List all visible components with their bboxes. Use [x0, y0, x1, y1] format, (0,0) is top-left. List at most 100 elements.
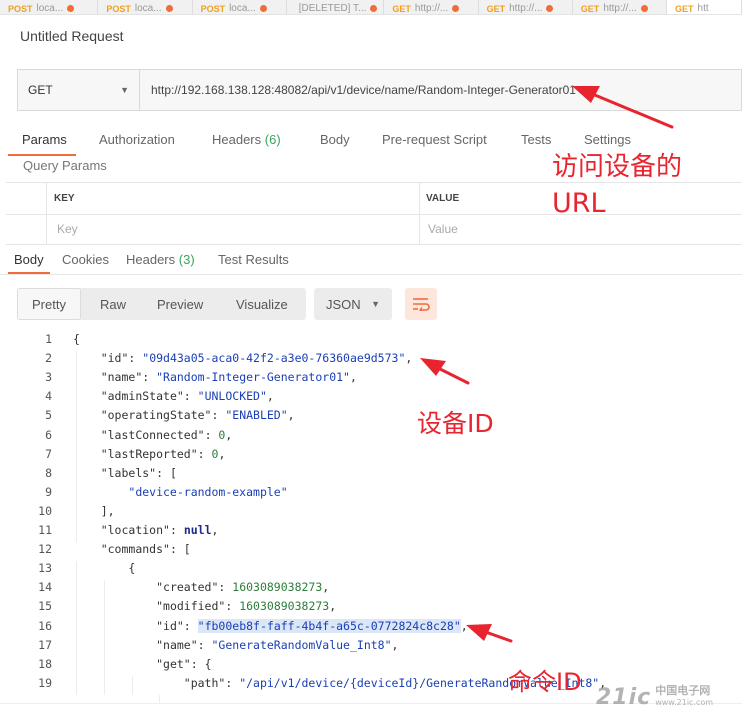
watermark-line: www.21ic.com: [655, 698, 714, 707]
line-number: 2: [45, 351, 52, 366]
tab-tests[interactable]: Tests: [521, 132, 551, 147]
chevron-down-icon: ▼: [120, 85, 129, 95]
wrap-lines-button[interactable]: [405, 288, 437, 320]
line-number: 6: [45, 427, 52, 442]
unsaved-dot-icon: [452, 5, 460, 12]
view-pretty-button[interactable]: Pretty: [17, 288, 81, 320]
line-number: 18: [38, 656, 52, 671]
tab-response-headers[interactable]: Headers (3): [126, 252, 195, 267]
tab-label: http://...: [509, 3, 543, 14]
line-number: 15: [38, 599, 52, 614]
request-tab[interactable]: POST loca...: [193, 0, 287, 14]
line-number: 7: [45, 446, 52, 461]
request-title[interactable]: Untitled Request: [20, 28, 124, 44]
watermark-logo: 21ic: [596, 684, 652, 710]
code-line: "lastConnected": 0,: [100, 427, 233, 442]
unsaved-dot-icon: [546, 5, 554, 12]
table-row: Key Value: [6, 213, 742, 245]
tab-method: POST: [200, 4, 226, 14]
response-body-viewer[interactable]: 1 {2 "id": "09d43a05-aca0-42f2-a3e0-76360…: [0, 330, 742, 714]
divider: [0, 274, 742, 275]
tab-label: Pre-request Script: [382, 132, 487, 147]
line-number: 9: [45, 484, 52, 499]
selected-text: "fb00eb8f-faff-4b4f-a65c-0772824c8c28": [197, 618, 461, 633]
tab-pre-request-script[interactable]: Pre-request Script: [382, 132, 487, 147]
code-line: {: [73, 561, 136, 576]
tab-label: Settings: [584, 132, 631, 147]
code-line: "created": 1603089038273,: [156, 580, 330, 595]
tab-method: GET: [486, 4, 506, 14]
code-line: "location": null,: [100, 523, 219, 537]
tab-settings[interactable]: Settings: [584, 132, 631, 147]
table-header-row: KEY VALUE: [6, 182, 742, 215]
request-tab[interactable]: GET http://...: [384, 0, 479, 14]
request-tabs-bar: POST loca... POST loca... POST loca... [DELETE…: [0, 0, 742, 15]
tab-method: POST: [106, 4, 131, 14]
code-line: "labels": [: [100, 465, 177, 480]
tab-label: Body: [320, 132, 350, 147]
watermark: 21ic 中国电子网 www.21ic.com: [596, 680, 740, 714]
tab-label: Tests: [521, 132, 552, 147]
code-line: {: [73, 332, 80, 346]
request-tab[interactable]: POST loca...: [98, 0, 193, 14]
method-select[interactable]: GET ▼: [18, 70, 140, 110]
url-bar: GET ▼ http://192.168.138.128:48082/api/v…: [17, 69, 742, 111]
query-params-table: KEY VALUE Key Value: [6, 182, 742, 245]
tab-params[interactable]: Params: [22, 132, 67, 147]
headers-count: (6): [264, 132, 281, 147]
query-params-title: Query Params: [23, 158, 107, 173]
line-number: 11: [38, 523, 52, 537]
tab-label: [DELETED] T...: [298, 3, 367, 14]
request-tab[interactable]: GET http://...: [573, 0, 667, 14]
watermark-text: 中国电子网 www.21ic.com: [655, 685, 713, 709]
tab-method: POST: [8, 4, 33, 14]
headers-count: (3): [178, 252, 195, 267]
annotation-url-label-1: 访问设备的: [552, 152, 683, 182]
format-select[interactable]: JSON ▼: [314, 288, 392, 320]
code-line: "lastReported": 0,: [100, 446, 226, 461]
tab-authorization[interactable]: Authorization: [99, 132, 175, 147]
tab-cookies[interactable]: Cookies: [62, 252, 109, 267]
format-label: JSON: [326, 296, 361, 312]
tab-body[interactable]: Body: [320, 132, 350, 147]
view-raw-button[interactable]: Raw: [100, 288, 126, 320]
line-number: 3: [45, 370, 52, 385]
watermark-line: 中国电子网: [655, 684, 711, 697]
tab-method: GET: [392, 4, 411, 14]
line-number: 17: [38, 637, 52, 652]
tab-test-results[interactable]: Test Results: [218, 252, 289, 267]
line-number: 10: [38, 503, 52, 518]
tab-label: Headers: [212, 132, 262, 147]
request-tab[interactable]: GET http://...: [479, 0, 573, 14]
tab-headers[interactable]: Headers (6): [212, 132, 281, 147]
tab-label: Authorization: [99, 132, 175, 147]
unsaved-dot-icon: [640, 5, 648, 12]
line-number: 12: [38, 542, 52, 557]
request-tab[interactable]: [DELETED] T...: [287, 0, 385, 14]
line-number: 13: [38, 561, 52, 576]
code-line: "modified": 1603089038273,: [156, 599, 337, 614]
tab-response-body[interactable]: Body: [14, 252, 44, 267]
divider: [419, 182, 420, 244]
request-tab[interactable]: GET htt: [667, 0, 742, 14]
request-tab[interactable]: POST loca...: [0, 0, 99, 14]
unsaved-dot-icon: [370, 5, 378, 12]
code-line: "get": {: [156, 656, 212, 671]
line-number: 5: [45, 408, 52, 423]
view-visualize-button[interactable]: Visualize: [236, 288, 288, 320]
annotation-device-id: 设备ID: [417, 409, 494, 438]
code-line: "operatingState": "ENABLED",: [100, 408, 295, 423]
value-input[interactable]: Value: [428, 213, 458, 244]
unsaved-dot-icon: [67, 5, 75, 12]
divider: [46, 182, 47, 244]
tab-label: loca...: [36, 3, 64, 14]
wrap-icon: [413, 298, 430, 311]
tab-method: GET: [580, 4, 600, 14]
tab-label: Test Results: [218, 252, 289, 267]
chevron-down-icon: ▼: [371, 299, 380, 309]
view-preview-button[interactable]: Preview: [157, 288, 203, 320]
tab-label: http://...: [414, 3, 449, 14]
code-line: "device-random-example": [128, 484, 288, 499]
url-input[interactable]: http://192.168.138.128:48082/api/v1/devi…: [140, 70, 741, 110]
key-input[interactable]: Key: [57, 213, 78, 244]
